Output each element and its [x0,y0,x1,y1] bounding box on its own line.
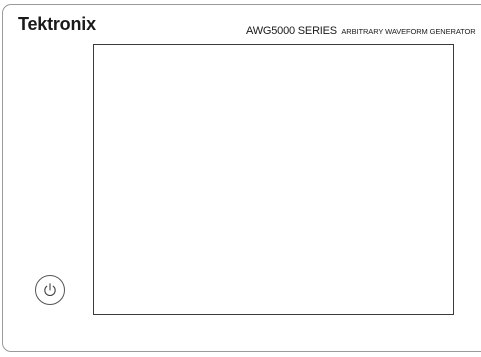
model-title: AWG5000 SERIES ARBITRARY WAVEFORM GENERA… [246,22,476,38]
model-description: ARBITRARY WAVEFORM GENERATOR [341,27,476,36]
power-button[interactable] [35,275,65,305]
model-series: AWG5000 SERIES [246,25,337,37]
brand-logo: Tektronix [18,14,96,34]
display-screen[interactable] [93,44,454,315]
power-icon [44,283,56,297]
